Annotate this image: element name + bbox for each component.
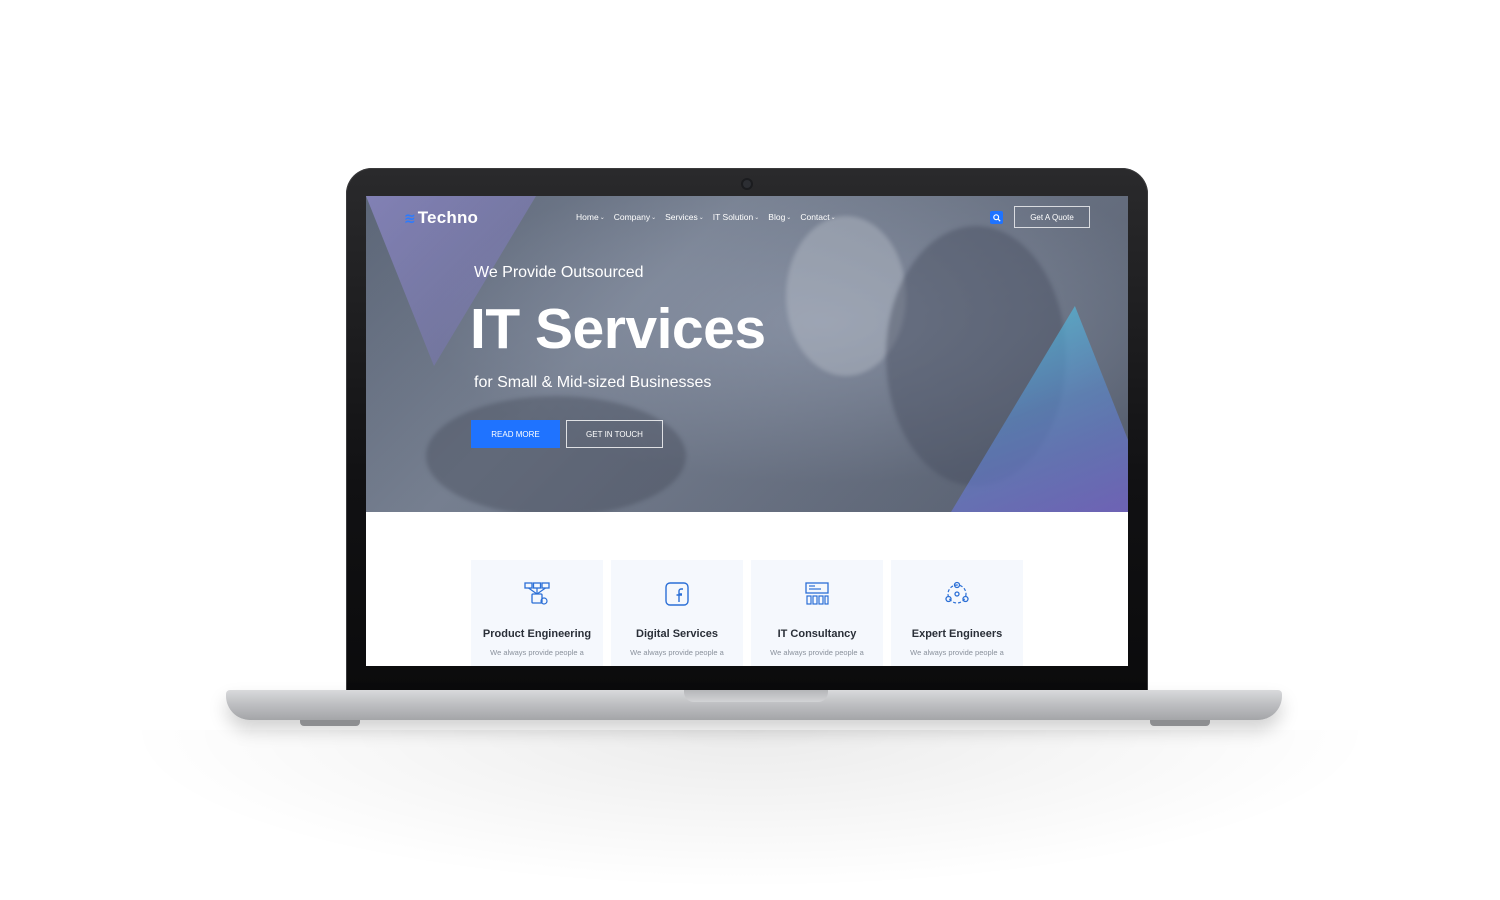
camera-icon [741, 178, 753, 190]
laptop-screen: ≋ Techno Home ⌄ Company ⌄ Services ⌄ IT … [366, 196, 1128, 666]
network-icon [524, 582, 550, 605]
nav-item-blog[interactable]: Blog ⌄ [768, 212, 791, 222]
service-title: Expert Engineers [911, 628, 1003, 640]
laptop-foot [300, 720, 360, 726]
nav-item-company[interactable]: Company ⌄ [614, 212, 656, 222]
laptop-foot [1150, 720, 1210, 726]
nav-item-label: IT Solution [712, 212, 754, 222]
dashboard-icon [805, 582, 829, 605]
laptop-opening-notch [684, 690, 828, 702]
chevron-down-icon: ⌄ [651, 214, 657, 221]
chevron-down-icon: ⌄ [698, 214, 704, 221]
hero-section: ≋ Techno Home ⌄ Company ⌄ Services ⌄ IT … [366, 196, 1128, 512]
team-icon [945, 581, 969, 604]
nav-item-label: Services [665, 212, 698, 222]
nav-item-services[interactable]: Services ⌄ [665, 212, 704, 222]
service-title: Digital Services [636, 628, 718, 640]
hero-subtitle: for Small & Mid-sized Businesses [474, 374, 712, 391]
brand-name: Techno [417, 208, 479, 227]
nav-item-contact[interactable]: Contact ⌄ [800, 212, 835, 222]
chevron-down-icon: ⌄ [786, 214, 792, 221]
service-title: IT Consultancy [777, 628, 857, 640]
top-nav: ≋ Techno Home ⌄ Company ⌄ Services ⌄ IT … [366, 206, 1128, 230]
service-title: Product Engineering [482, 628, 592, 640]
service-card-expert-engineers[interactable]: Expert Engineers We always provide peopl… [891, 560, 1023, 666]
service-card-product-engineering[interactable]: Product Engineering We always provide pe… [471, 560, 603, 666]
wind-logo-icon: ≋ [404, 209, 416, 226]
service-card-digital-services[interactable]: Digital Services We always provide peopl… [611, 560, 743, 666]
chevron-down-icon: ⌄ [754, 214, 760, 221]
hero-title: IT Services [470, 297, 766, 361]
service-text: We always provide people a [630, 648, 724, 657]
service-text: We always provide people a [770, 648, 864, 657]
hero-pre-title: We Provide Outsourced [474, 264, 644, 281]
service-text: We always provide people a [490, 648, 584, 657]
chevron-down-icon: ⌄ [830, 214, 836, 221]
facebook-icon [665, 582, 689, 606]
service-cards: Product Engineering We always provide pe… [471, 560, 1025, 666]
photo-backdrop [426, 396, 686, 512]
nav-item-label: Blog [768, 212, 786, 222]
nav-item-label: Home [576, 212, 599, 222]
main-menu: Home ⌄ Company ⌄ Services ⌄ IT Solution … [576, 212, 836, 222]
chevron-down-icon: ⌄ [599, 214, 605, 221]
search-button[interactable] [990, 211, 1003, 224]
nav-item-home[interactable]: Home ⌄ [576, 212, 605, 222]
search-icon [992, 213, 1001, 222]
nav-item-it-solution[interactable]: IT Solution ⌄ [713, 212, 760, 222]
service-card-it-consultancy[interactable]: IT Consultancy We always provide people … [751, 560, 883, 666]
service-text: We always provide people a [910, 648, 1004, 657]
read-more-button[interactable]: READ MORE [471, 420, 560, 448]
brand-logo[interactable]: ≋ Techno [404, 208, 478, 228]
nav-item-label: Company [613, 212, 651, 222]
get-in-touch-button[interactable]: GET IN TOUCH [566, 420, 663, 448]
get-quote-button[interactable]: Get A Quote [1014, 206, 1090, 228]
floor-shadow [120, 730, 1380, 890]
nav-item-label: Contact [800, 212, 830, 222]
